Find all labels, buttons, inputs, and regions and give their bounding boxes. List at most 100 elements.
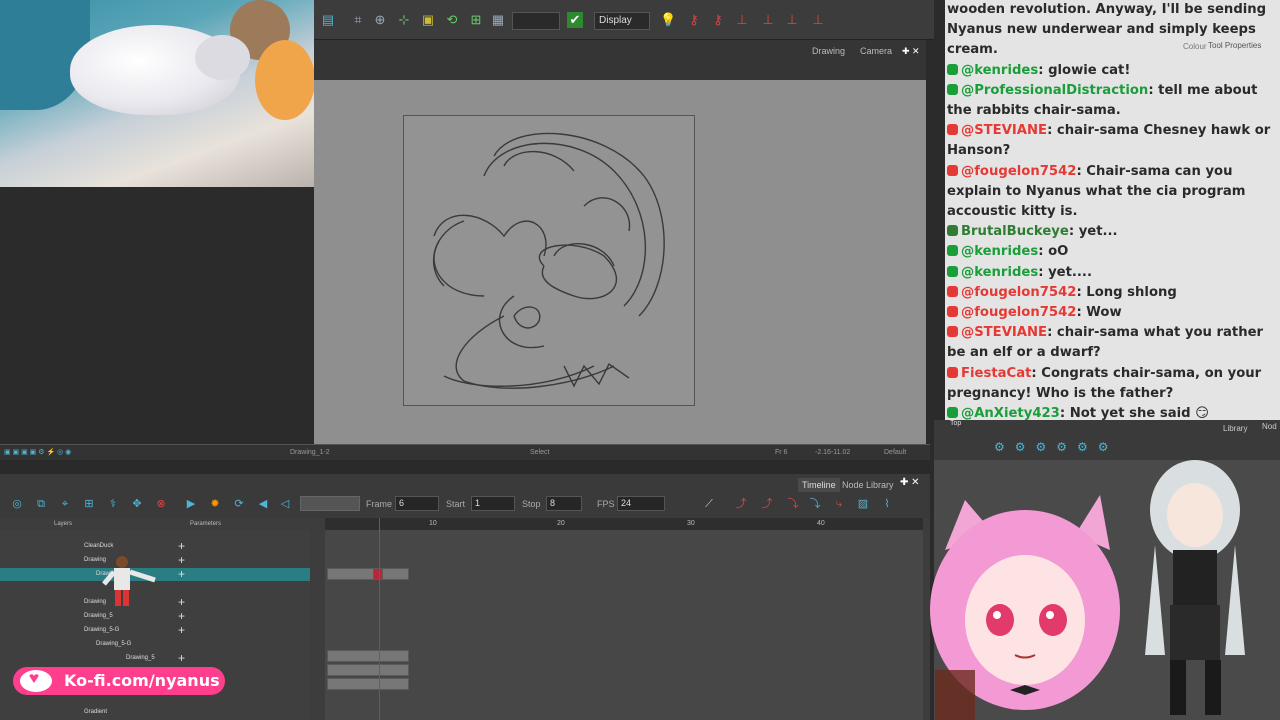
- menu-icon[interactable]: ▤: [320, 12, 336, 28]
- contour-tool-icon[interactable]: ⌗: [350, 12, 366, 28]
- play-icon[interactable]: ▶: [184, 497, 198, 511]
- library-panel-header: Top Library Nod ⚙⚙⚙⚙⚙⚙: [934, 420, 1280, 460]
- add-layer-icon[interactable]: +: [178, 652, 185, 665]
- chat-message: wooden revolution. Anyway, I'll be sendi…: [945, 0, 1280, 61]
- layer-row[interactable]: Drawing_5-G +: [0, 624, 310, 637]
- layer-name: Drawing_5: [126, 655, 155, 661]
- add-view-icon[interactable]: ✚ ✕: [902, 43, 920, 59]
- ease-icon-2[interactable]: ⤴: [760, 497, 774, 511]
- rotate-icon[interactable]: ⟲: [444, 12, 460, 28]
- frame-cells[interactable]: [327, 664, 409, 676]
- tab-library[interactable]: Library: [1223, 424, 1247, 433]
- status-frame: Fr 6: [775, 449, 788, 456]
- frame-field[interactable]: 6: [395, 496, 439, 511]
- record-icon[interactable]: ⊗: [154, 497, 168, 511]
- frame-cells[interactable]: [327, 568, 409, 580]
- timeline-add-close-icon[interactable]: ✚ ✕: [900, 477, 920, 488]
- peg-icon[interactable]: ⌖: [58, 497, 72, 511]
- orange-plush-image: [255, 40, 314, 120]
- keyframe-icon[interactable]: ✥: [130, 497, 144, 511]
- playback-speed-slider[interactable]: [300, 496, 360, 511]
- add-layer-icon[interactable]: +: [178, 596, 185, 609]
- display-dropdown[interactable]: Display: [594, 12, 650, 30]
- transform-icon[interactable]: ⊹: [396, 12, 412, 28]
- mute-icon[interactable]: ◁: [278, 497, 292, 511]
- frame-ruler[interactable]: 10 20 30 40: [325, 518, 923, 530]
- status-coords: -2.16-11.02: [815, 449, 851, 456]
- user-badge-icon: [947, 63, 958, 75]
- layers-header: Layers: [54, 521, 73, 527]
- layer-icon[interactable]: ⊞: [82, 497, 96, 511]
- cutter-icon[interactable]: ⊕: [372, 12, 388, 28]
- add-layer-icon[interactable]: +: [178, 554, 185, 567]
- layer-row[interactable]: Drawing_5-G: [0, 638, 310, 651]
- select-box-icon[interactable]: ▣: [420, 12, 436, 28]
- motion-icon[interactable]: ⚕: [106, 497, 120, 511]
- status-bar: ▣ ▣ ▣ ▣ ⚙ ⚡ ◎ ◉ Drawing_1-2 Select Fr 6 …: [0, 444, 930, 460]
- add-layer-icon[interactable]: +: [178, 624, 185, 637]
- playhead[interactable]: [379, 518, 380, 720]
- stop-field[interactable]: 8: [546, 496, 582, 511]
- library-tool-icons[interactable]: ⚙⚙⚙⚙⚙⚙: [994, 440, 1119, 454]
- dancing-man-gif: [102, 556, 156, 606]
- loop-icon[interactable]: ⟳: [232, 497, 246, 511]
- fps-field[interactable]: 24: [617, 496, 665, 511]
- key-icon-1[interactable]: ⚷: [686, 12, 702, 28]
- tab-node[interactable]: Nod: [1262, 422, 1277, 431]
- sound-scrub-icon[interactable]: ✸: [208, 497, 222, 511]
- add-layer-icon[interactable]: +: [178, 568, 185, 581]
- key-icon-5[interactable]: ⊥: [784, 12, 800, 28]
- layer-name: Drawing_5-G: [84, 627, 120, 633]
- ease-icon-4[interactable]: ⤵: [808, 497, 822, 511]
- webcam-feed: [0, 0, 314, 187]
- key-icon-2[interactable]: ⚷: [710, 12, 726, 28]
- user-badge-icon: [947, 326, 958, 338]
- chat-message: BrutalBuckeye: yet...: [945, 222, 1280, 242]
- grid-icon[interactable]: ▦: [490, 12, 506, 28]
- chat-text: : oO: [1038, 244, 1069, 260]
- tab-timeline[interactable]: Timeline: [798, 478, 840, 492]
- chat-username: @fougelon7542: [961, 305, 1077, 321]
- line-tool-icon[interactable]: ⟋: [702, 497, 716, 511]
- chat-message: @fougelon7542: Wow: [945, 303, 1280, 323]
- ease-icon-5[interactable]: ⤷: [832, 497, 846, 511]
- collapse-icon[interactable]: ⧉: [34, 497, 48, 511]
- lightbulb-icon[interactable]: 💡: [660, 12, 676, 28]
- tab-camera[interactable]: Camera: [860, 43, 892, 59]
- layer-row[interactable]: Drawing_5 +: [0, 610, 310, 623]
- status-drawing-name: Drawing_1-2: [290, 449, 330, 456]
- image-icon[interactable]: ▨: [856, 497, 870, 511]
- key-icon-4[interactable]: ⊥: [760, 12, 776, 28]
- skew-icon[interactable]: ⊞: [468, 12, 484, 28]
- zoom-dropdown[interactable]: [512, 12, 560, 30]
- ease-icon-1[interactable]: ⤴: [734, 497, 748, 511]
- ruler-label: 40: [817, 520, 825, 527]
- frame-cells[interactable]: [327, 678, 409, 690]
- chat-message: @fougelon7542: Long shlong: [945, 283, 1280, 303]
- volume-icon[interactable]: ◀: [256, 497, 270, 511]
- current-frame-cell[interactable]: [373, 568, 383, 580]
- top-toolbar: ▤ ⌗ ⊕ ⊹ ▣ ⟲ ⊞ ▦ ✔ Display 💡 ⚷ ⚷ ⊥ ⊥ ⊥ ⊥: [314, 0, 934, 40]
- key-icon-6[interactable]: ⊥: [810, 12, 826, 28]
- ease-icon-3[interactable]: ⤵: [786, 497, 800, 511]
- start-field[interactable]: 1: [471, 496, 515, 511]
- splitter[interactable]: [0, 460, 930, 474]
- tab-node-library[interactable]: Node Library: [842, 480, 894, 490]
- key-icon-3[interactable]: ⊥: [734, 12, 750, 28]
- layer-row[interactable]: Drawing_5 +: [0, 652, 310, 665]
- tab-drawing[interactable]: Drawing: [812, 43, 845, 59]
- drawing-canvas[interactable]: [403, 115, 695, 406]
- add-layer-icon[interactable]: +: [178, 610, 185, 623]
- ruler-label: 20: [557, 520, 565, 527]
- layer-row[interactable]: Gradient: [0, 706, 310, 719]
- frame-grid[interactable]: [325, 530, 923, 720]
- user-badge-icon: [947, 225, 958, 237]
- graph-icon[interactable]: ⌇: [880, 497, 894, 511]
- chat-message: @kenrides: yet....: [945, 263, 1280, 283]
- onion-skin-icon[interactable]: ✔: [567, 12, 583, 28]
- add-layer-icon[interactable]: +: [178, 540, 185, 553]
- chat-username: @fougelon7542: [961, 284, 1077, 300]
- onion-icon[interactable]: ◎: [10, 497, 24, 511]
- frame-cells[interactable]: [327, 650, 409, 662]
- layer-name: Drawing_5: [84, 613, 113, 619]
